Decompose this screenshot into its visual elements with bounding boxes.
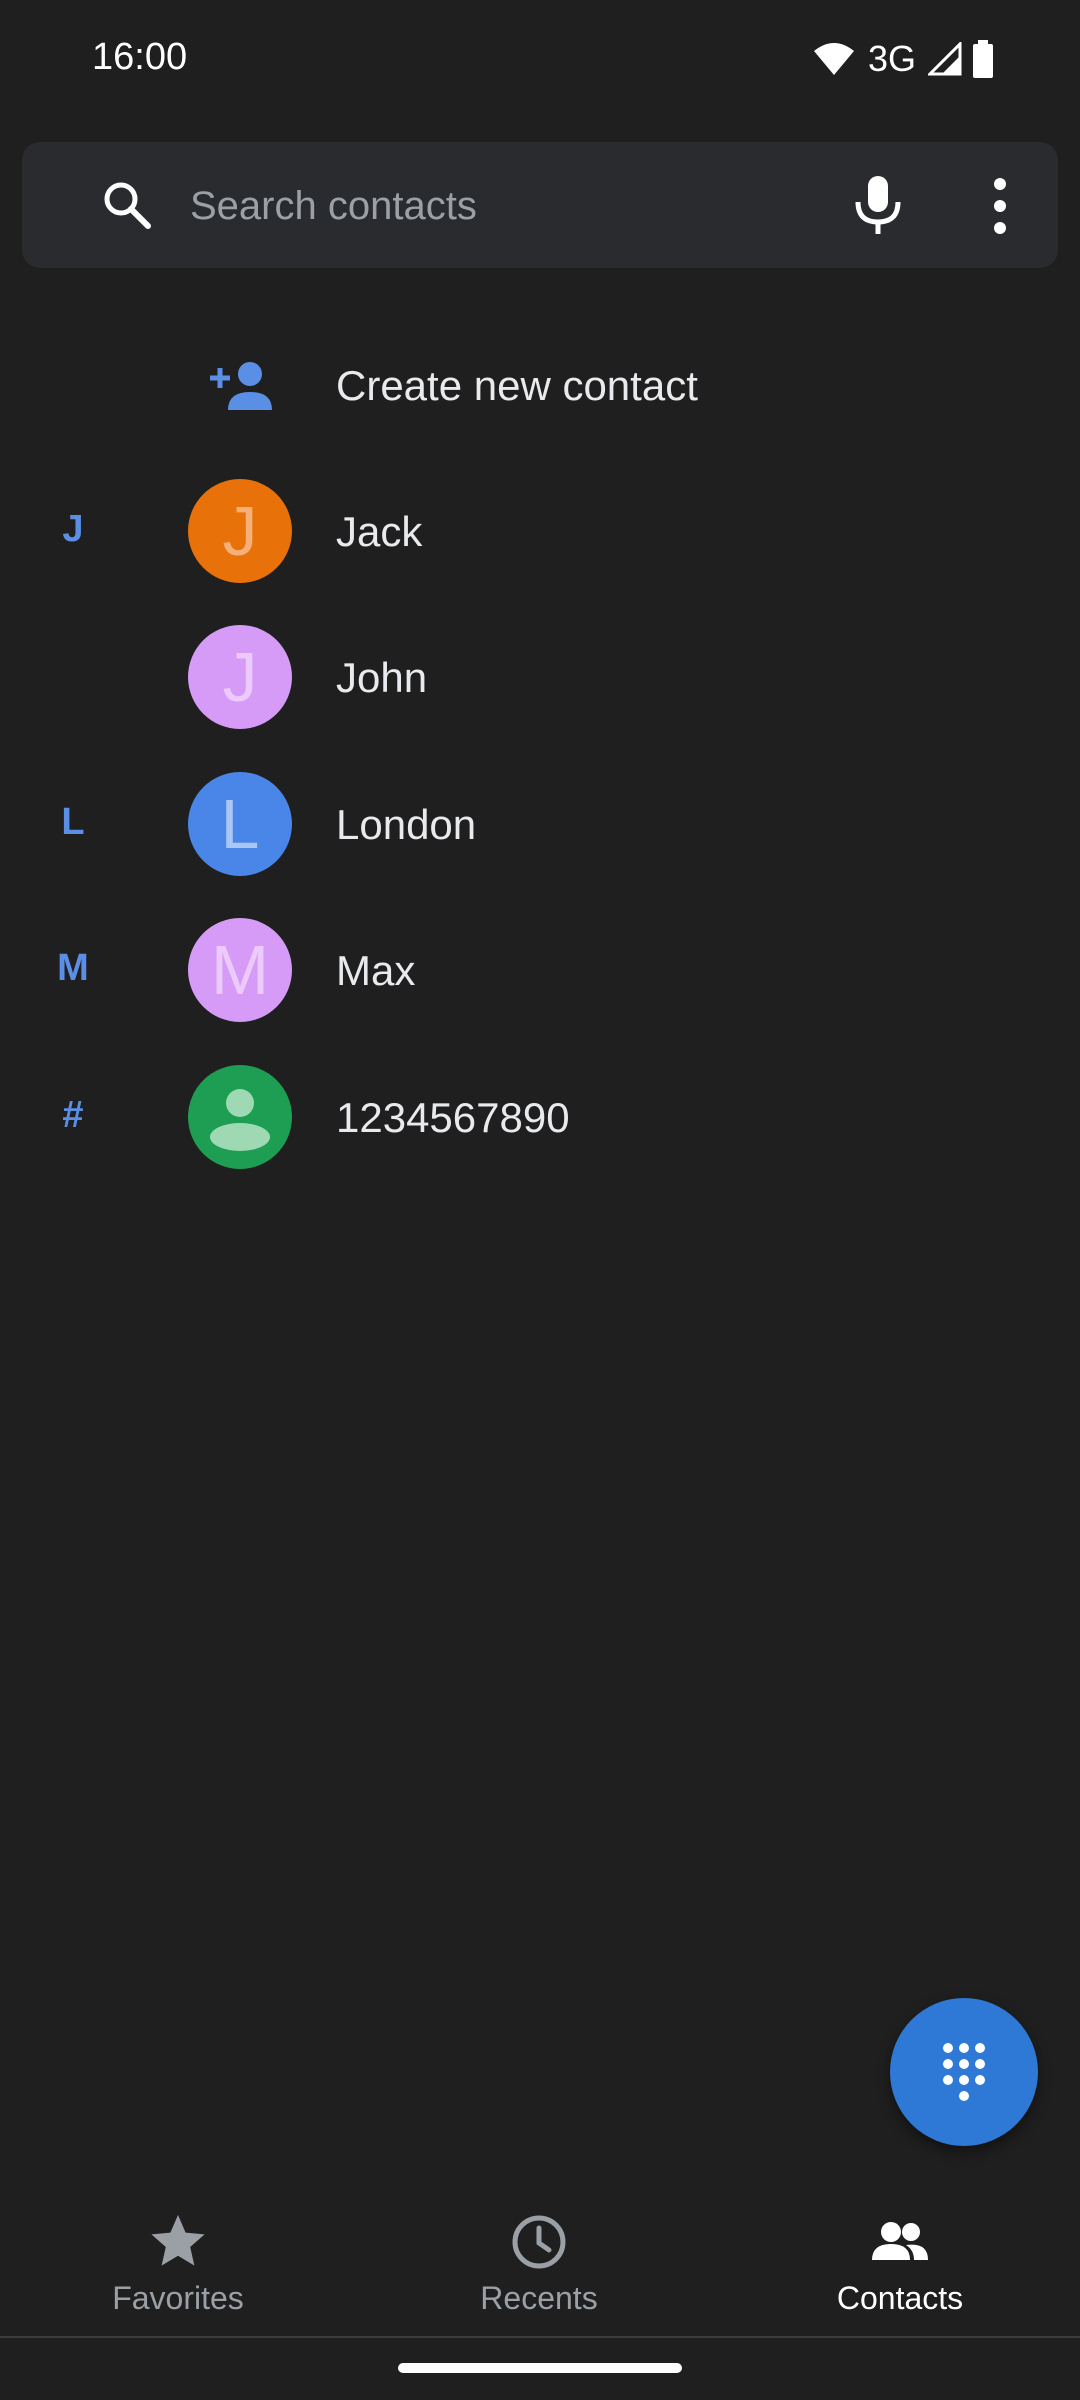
tab-label: Contacts — [836, 2280, 964, 2316]
status-icons: 3G — [812, 38, 994, 80]
cell-signal-icon — [928, 42, 962, 76]
contact-row[interactable]: L L London — [0, 751, 1080, 897]
contact-row[interactable]: M M Max — [0, 897, 1080, 1043]
section-letter: M — [57, 947, 89, 989]
avatar: M — [188, 918, 292, 1022]
search-icon[interactable] — [100, 178, 154, 232]
contact-name: 1234567890 — [336, 1094, 570, 1141]
avatar-initial: M — [210, 931, 270, 1009]
contact-name: Jack — [336, 508, 423, 555]
contact-name: Max — [336, 947, 416, 994]
battery-icon — [973, 40, 993, 78]
contact-row[interactable]: J J Jack — [0, 458, 1080, 604]
section-letter: J — [62, 508, 84, 550]
tab-recents[interactable]: Recents — [389, 2184, 689, 2336]
status-bar: 16:00 3G — [0, 0, 1080, 120]
contact-name: London — [336, 801, 477, 848]
bottom-navigation: Favorites Recents Contacts — [0, 2184, 1080, 2338]
contacts-screen: 16:00 3G Search contacts Create new cont… — [0, 0, 1080, 2400]
wifi-icon — [813, 43, 854, 75]
clock-icon — [512, 2215, 566, 2269]
contact-row[interactable]: # 1234567890 — [0, 1044, 1080, 1190]
tab-contacts[interactable]: Contacts — [750, 2184, 1050, 2336]
microphone-icon[interactable] — [850, 174, 906, 236]
create-new-contact-label: Create new contact — [336, 362, 698, 409]
avatar-initial: J — [222, 492, 258, 570]
add-person-icon — [210, 362, 272, 410]
avatar-initial: L — [220, 785, 260, 863]
avatar: J — [188, 625, 292, 729]
tab-favorites[interactable]: Favorites — [28, 2184, 328, 2336]
more-options-icon[interactable] — [988, 176, 1012, 236]
contact-row[interactable]: J John — [0, 604, 1080, 750]
dialpad-icon — [943, 2043, 985, 2101]
avatar — [188, 1065, 292, 1169]
avatar: L — [188, 772, 292, 876]
home-indicator[interactable] — [398, 2363, 682, 2373]
status-time: 16:00 — [92, 36, 188, 78]
create-new-contact-row[interactable]: Create new contact — [0, 320, 1080, 450]
tab-label: Recents — [480, 2280, 598, 2316]
avatar: J — [188, 479, 292, 583]
section-letter: # — [62, 1094, 84, 1136]
person-icon — [210, 1089, 270, 1151]
search-bar[interactable] — [22, 142, 1058, 268]
network-type-label: 3G — [867, 38, 916, 79]
contact-name: John — [336, 654, 428, 701]
star-icon — [151, 2215, 205, 2266]
avatar-initial: J — [222, 638, 258, 716]
search-input[interactable] — [188, 170, 812, 242]
section-letter: L — [61, 801, 85, 843]
dialpad-button[interactable] — [890, 1998, 1038, 2146]
people-icon — [872, 2222, 928, 2260]
tab-label: Favorites — [112, 2280, 244, 2316]
